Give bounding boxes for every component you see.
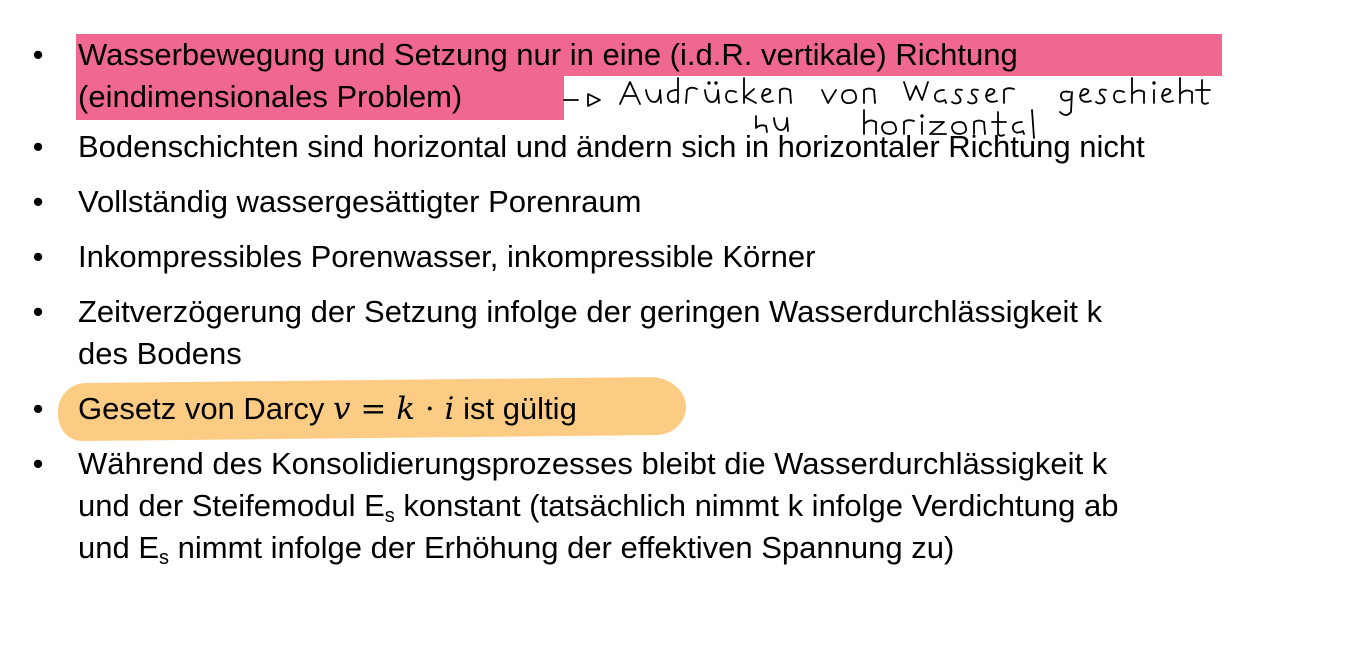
handwritten-annotation <box>563 77 1211 139</box>
bullet-4-text: Inkompressibles Porenwasser, inkompressi… <box>78 239 816 274</box>
darcy-prefix: Gesetz von Darcy <box>78 391 333 426</box>
math-k: k <box>396 391 415 427</box>
bullet-item-4: • Inkompressibles Porenwasser, inkompres… <box>28 236 1358 278</box>
slide: • Wasserbewegung und Setzung nur in eine… <box>0 0 1364 646</box>
math-equals: = <box>350 391 397 427</box>
bullet-dot: • <box>32 294 44 329</box>
bullet-6-text: Gesetz von Darcy v = k · i ist gültig <box>78 388 1358 430</box>
bullet-1-line1: Wasserbewegung und Setzung nur in eine (… <box>78 37 1018 72</box>
bullet-dot: • <box>32 184 44 219</box>
bullet-item-3: • Vollständig wassergesättigter Porenrau… <box>28 181 1358 223</box>
bullet-dot: • <box>32 239 44 274</box>
math-dot: · <box>414 391 445 427</box>
bullet-7-line1: Während des Konsolidierungsprozesses ble… <box>78 446 1108 481</box>
bullet-item-6: • Gesetz von Darcy v = k · i ist gültig <box>28 376 1358 442</box>
bullet-3-text: Vollständig wassergesättigter Porenraum <box>78 184 642 219</box>
bullet-7-line3: und Es nimmt infolge der Erhöhung der ef… <box>78 530 955 569</box>
bullet-dot: • <box>32 129 44 164</box>
bullet-5-line1: Zeitverzögerung der Setzung infolge der … <box>78 294 1103 329</box>
bullet-dot: • <box>32 391 44 426</box>
bullet-item-7: • Während des Konsolidierungsprozesses b… <box>28 443 1358 569</box>
bullet-dot: • <box>32 37 44 72</box>
darcy-suffix: ist gültig <box>454 391 577 426</box>
bullet-item-5: • Zeitverzögerung der Setzung infolge de… <box>28 291 1358 375</box>
math-v: v <box>332 391 351 427</box>
math-i: i <box>444 391 455 427</box>
bullet-7-line2: und der Steifemodul Es konstant (tatsäch… <box>78 488 1119 527</box>
bullet-5-line2: des Bodens <box>78 336 242 371</box>
bullet-dot: • <box>32 446 44 481</box>
